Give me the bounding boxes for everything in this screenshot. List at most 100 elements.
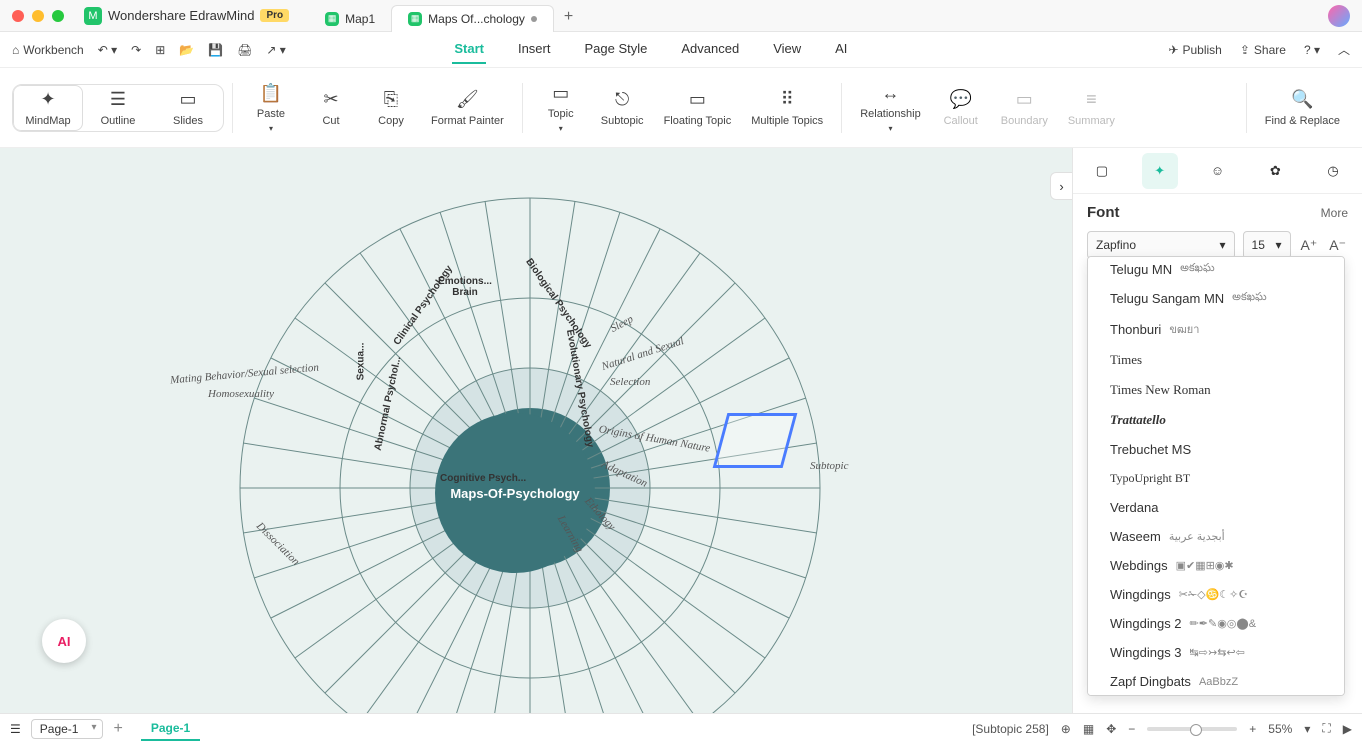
redo-button[interactable]: ↷: [131, 43, 141, 57]
increase-font-button[interactable]: A⁺: [1299, 237, 1320, 254]
font-option[interactable]: Waseemأبجدية عربية: [1088, 522, 1344, 551]
undo-button[interactable]: ↶ ▾: [98, 43, 117, 57]
find-replace-button[interactable]: 🔍Find & Replace: [1255, 85, 1350, 131]
font-option[interactable]: Wingdings✂✁◇♋☾✧☪: [1088, 580, 1344, 609]
more-link[interactable]: More: [1321, 206, 1348, 220]
panel-toggle-button[interactable]: ›: [1050, 172, 1072, 200]
font-option[interactable]: Times New Roman: [1088, 375, 1344, 405]
font-option[interactable]: Wingdings 2✏✒✎◉◎⬤&: [1088, 609, 1344, 638]
share-button[interactable]: ⇪Share: [1240, 43, 1286, 57]
font-option[interactable]: Telugu MNఅకఖఘ: [1088, 256, 1344, 284]
menu-start[interactable]: Start: [452, 35, 486, 64]
panel-tab-format[interactable]: ✦: [1142, 153, 1178, 189]
zoom-out-button[interactable]: −: [1128, 722, 1135, 736]
doc-icon: ▦: [408, 12, 422, 26]
font-family-combo[interactable]: Zapfino ▾: [1087, 231, 1235, 259]
share-icon: ⇪: [1240, 43, 1250, 57]
font-dropdown[interactable]: Telugu MNఅకఖఘTelugu Sangam MNఅకఖఘThonbur…: [1087, 256, 1345, 696]
selection-info: [Subtopic 258]: [972, 722, 1049, 736]
font-option[interactable]: Zapf DingbatsAaBbzZ: [1088, 667, 1344, 696]
collapse-ribbon-button[interactable]: ︿: [1338, 41, 1350, 58]
present-button[interactable]: ▶: [1343, 722, 1352, 736]
inner-segment[interactable]: Cognitive Psych...: [440, 473, 526, 484]
zoom-dropdown[interactable]: ▾: [1304, 722, 1310, 736]
panel-tab-history[interactable]: ◷: [1315, 153, 1351, 189]
summary-icon: ≡: [1086, 89, 1097, 111]
boundary-icon: ▭: [1016, 89, 1033, 111]
inner-segment[interactable]: Sexua...: [355, 343, 366, 381]
cut-button[interactable]: ✂Cut: [301, 85, 361, 131]
inner-segment[interactable]: Emotions... Brain: [435, 276, 495, 298]
subtopic-button[interactable]: ⎋Subtopic: [591, 85, 654, 131]
open-button[interactable]: 📂: [179, 43, 194, 57]
copy-button[interactable]: ⎘Copy: [361, 85, 421, 131]
outline-toggle-button[interactable]: ☰: [10, 722, 21, 736]
font-option[interactable]: Webdings▣✔▦⊞◉✱: [1088, 551, 1344, 580]
menu-insert[interactable]: Insert: [516, 35, 553, 64]
font-option[interactable]: Trebuchet MS: [1088, 435, 1344, 464]
outer-segment[interactable]: Selection: [610, 376, 650, 388]
style-icon: ▢: [1096, 163, 1108, 179]
save-button[interactable]: 💾: [208, 43, 223, 57]
format-painter-button[interactable]: 🖌Format Painter: [421, 85, 514, 131]
window-close-icon[interactable]: [12, 10, 24, 22]
publish-button[interactable]: ✈Publish: [1168, 43, 1221, 57]
font-option[interactable]: Trattatello: [1088, 405, 1344, 435]
font-option[interactable]: Telugu Sangam MNఅకఖఘ: [1088, 284, 1344, 313]
page-tab[interactable]: Page-1: [141, 717, 200, 741]
doc-tab-active[interactable]: ▦ Maps Of...chology: [391, 5, 554, 32]
new-tab-button[interactable]: +: [554, 2, 583, 32]
window-max-icon[interactable]: [52, 10, 64, 22]
selected-subtopic[interactable]: [713, 413, 798, 468]
zoom-slider[interactable]: [1147, 727, 1237, 731]
fullscreen-button[interactable]: ⛶: [1322, 721, 1330, 736]
relationship-icon: ↔: [881, 82, 899, 104]
new-button[interactable]: ⊞: [155, 43, 165, 57]
view-outline[interactable]: ☰Outline: [83, 85, 153, 131]
add-page-button[interactable]: +: [113, 720, 122, 738]
help-button[interactable]: ? ▾: [1304, 43, 1320, 57]
font-option[interactable]: TypoUpright BT: [1088, 464, 1344, 493]
view-slides[interactable]: ▭Slides: [153, 85, 223, 131]
font-size-combo[interactable]: 15 ▾: [1243, 231, 1291, 259]
page-select[interactable]: Page-1: [31, 719, 104, 739]
workbench-button[interactable]: ⌂ Workbench: [12, 43, 84, 57]
menu-advanced[interactable]: Advanced: [679, 35, 741, 64]
doc-tab-map1[interactable]: ▦ Map1: [309, 6, 391, 32]
zoom-in-button[interactable]: +: [1249, 722, 1256, 736]
home-icon: ⌂: [12, 43, 19, 57]
ai-fab-button[interactable]: AI: [42, 619, 86, 663]
paste-button[interactable]: 📋Paste▾: [241, 78, 301, 137]
view-mindmap[interactable]: ✦MindMap: [13, 85, 83, 131]
canvas[interactable]: Maps-Of-Psychology Clinical Psychology E…: [0, 148, 1072, 713]
export-button[interactable]: ↗ ▾: [266, 43, 285, 57]
font-option[interactable]: Thonburiขฒยา: [1088, 313, 1344, 345]
print-button[interactable]: 🖨: [237, 43, 252, 57]
floating-topic-button[interactable]: ▭Floating Topic: [654, 85, 742, 131]
menu-pagestyle[interactable]: Page Style: [582, 35, 649, 64]
relationship-button[interactable]: ↔Relationship▾: [850, 78, 931, 137]
panel-tab-clipart[interactable]: ✿: [1257, 153, 1293, 189]
font-option[interactable]: Times: [1088, 345, 1344, 375]
brush-icon: 🖌: [456, 89, 479, 111]
menu-view[interactable]: View: [771, 35, 803, 64]
window-min-icon[interactable]: [32, 10, 44, 22]
panel-tab-style[interactable]: ▢: [1084, 153, 1120, 189]
fit-icon[interactable]: ✥: [1106, 722, 1116, 736]
font-value: Zapfino: [1096, 238, 1136, 252]
outer-segment[interactable]: Subtopic: [810, 460, 849, 472]
globe-icon[interactable]: ⊕: [1061, 722, 1071, 736]
outer-segment[interactable]: Homosexuality: [208, 388, 274, 400]
font-option[interactable]: Wingdings 3↹⇨↣⇆↩⇦: [1088, 638, 1344, 667]
panel-tab-icon[interactable]: ☺: [1199, 153, 1235, 189]
font-option[interactable]: Verdana: [1088, 493, 1344, 522]
menu-ai[interactable]: AI: [833, 35, 849, 64]
topic-button[interactable]: ▭Topic▾: [531, 78, 591, 137]
avatar[interactable]: [1328, 5, 1350, 27]
grid-icon[interactable]: ▦: [1083, 722, 1094, 736]
outline-icon: ☰: [110, 89, 126, 111]
decrease-font-button[interactable]: A⁻: [1327, 237, 1348, 254]
mindmap-icon: ✦: [40, 89, 55, 111]
multiple-topics-button[interactable]: ⠿Multiple Topics: [741, 85, 833, 131]
paste-icon: 📋: [260, 82, 282, 104]
